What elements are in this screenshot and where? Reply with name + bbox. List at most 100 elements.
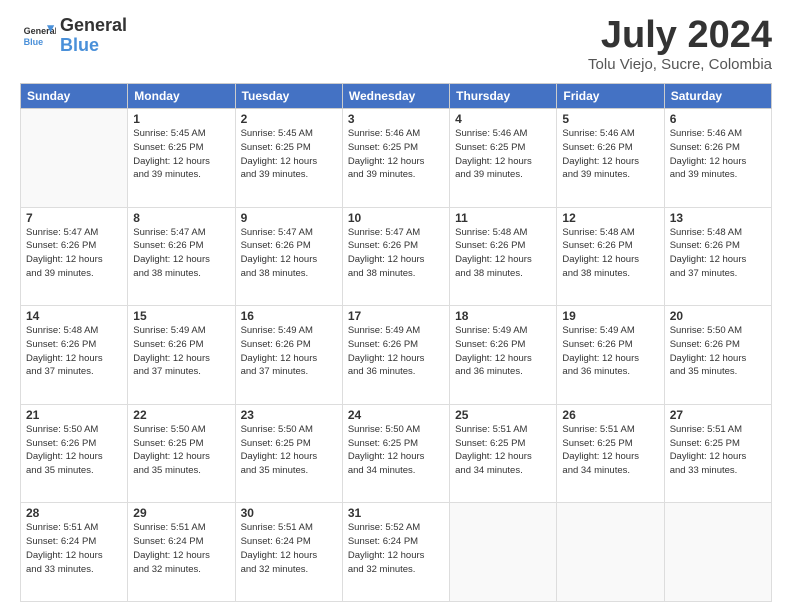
page: General Blue General Blue July 2024 Tolu…	[0, 0, 792, 612]
day-number: 3	[348, 112, 444, 126]
title-block: July 2024 Tolu Viejo, Sucre, Colombia	[588, 16, 772, 73]
day-number: 4	[455, 112, 551, 126]
day-info: Sunrise: 5:49 AMSunset: 6:26 PMDaylight:…	[241, 324, 337, 379]
calendar-week-row: 28Sunrise: 5:51 AMSunset: 6:24 PMDayligh…	[21, 503, 772, 602]
day-number: 20	[670, 309, 766, 323]
calendar-cell: 5Sunrise: 5:46 AMSunset: 6:26 PMDaylight…	[557, 109, 664, 208]
calendar-cell: 7Sunrise: 5:47 AMSunset: 6:26 PMDaylight…	[21, 207, 128, 306]
month-year: July 2024	[588, 16, 772, 54]
day-info: Sunrise: 5:48 AMSunset: 6:26 PMDaylight:…	[455, 226, 551, 281]
day-number: 8	[133, 211, 229, 225]
calendar-cell: 31Sunrise: 5:52 AMSunset: 6:24 PMDayligh…	[342, 503, 449, 602]
day-info: Sunrise: 5:47 AMSunset: 6:26 PMDaylight:…	[241, 226, 337, 281]
calendar-cell: 27Sunrise: 5:51 AMSunset: 6:25 PMDayligh…	[664, 404, 771, 503]
day-info: Sunrise: 5:51 AMSunset: 6:25 PMDaylight:…	[455, 423, 551, 478]
calendar-cell: 14Sunrise: 5:48 AMSunset: 6:26 PMDayligh…	[21, 306, 128, 405]
day-info: Sunrise: 5:48 AMSunset: 6:26 PMDaylight:…	[26, 324, 122, 379]
day-number: 5	[562, 112, 658, 126]
day-info: Sunrise: 5:48 AMSunset: 6:26 PMDaylight:…	[670, 226, 766, 281]
day-info: Sunrise: 5:47 AMSunset: 6:26 PMDaylight:…	[348, 226, 444, 281]
day-info: Sunrise: 5:48 AMSunset: 6:26 PMDaylight:…	[562, 226, 658, 281]
day-info: Sunrise: 5:47 AMSunset: 6:26 PMDaylight:…	[133, 226, 229, 281]
calendar-cell: 17Sunrise: 5:49 AMSunset: 6:26 PMDayligh…	[342, 306, 449, 405]
calendar-body: 1Sunrise: 5:45 AMSunset: 6:25 PMDaylight…	[21, 109, 772, 602]
location: Tolu Viejo, Sucre, Colombia	[588, 56, 772, 73]
calendar-cell: 13Sunrise: 5:48 AMSunset: 6:26 PMDayligh…	[664, 207, 771, 306]
calendar-cell: 23Sunrise: 5:50 AMSunset: 6:25 PMDayligh…	[235, 404, 342, 503]
calendar-week-row: 14Sunrise: 5:48 AMSunset: 6:26 PMDayligh…	[21, 306, 772, 405]
calendar-cell: 30Sunrise: 5:51 AMSunset: 6:24 PMDayligh…	[235, 503, 342, 602]
day-number: 12	[562, 211, 658, 225]
day-info: Sunrise: 5:51 AMSunset: 6:24 PMDaylight:…	[241, 521, 337, 576]
day-info: Sunrise: 5:46 AMSunset: 6:25 PMDaylight:…	[455, 127, 551, 182]
day-number: 22	[133, 408, 229, 422]
day-info: Sunrise: 5:47 AMSunset: 6:26 PMDaylight:…	[26, 226, 122, 281]
calendar-cell: 1Sunrise: 5:45 AMSunset: 6:25 PMDaylight…	[128, 109, 235, 208]
day-number: 31	[348, 506, 444, 520]
calendar-week-row: 1Sunrise: 5:45 AMSunset: 6:25 PMDaylight…	[21, 109, 772, 208]
calendar-table: SundayMondayTuesdayWednesdayThursdayFrid…	[20, 83, 772, 602]
day-info: Sunrise: 5:45 AMSunset: 6:25 PMDaylight:…	[133, 127, 229, 182]
calendar-cell: 28Sunrise: 5:51 AMSunset: 6:24 PMDayligh…	[21, 503, 128, 602]
calendar-cell: 10Sunrise: 5:47 AMSunset: 6:26 PMDayligh…	[342, 207, 449, 306]
day-info: Sunrise: 5:49 AMSunset: 6:26 PMDaylight:…	[455, 324, 551, 379]
day-number: 19	[562, 309, 658, 323]
day-info: Sunrise: 5:52 AMSunset: 6:24 PMDaylight:…	[348, 521, 444, 576]
calendar-cell: 2Sunrise: 5:45 AMSunset: 6:25 PMDaylight…	[235, 109, 342, 208]
logo-icon: General Blue	[20, 18, 56, 54]
day-number: 15	[133, 309, 229, 323]
day-number: 24	[348, 408, 444, 422]
day-number: 16	[241, 309, 337, 323]
calendar-cell: 6Sunrise: 5:46 AMSunset: 6:26 PMDaylight…	[664, 109, 771, 208]
calendar-cell: 15Sunrise: 5:49 AMSunset: 6:26 PMDayligh…	[128, 306, 235, 405]
weekday-header-wednesday: Wednesday	[342, 84, 449, 109]
day-info: Sunrise: 5:49 AMSunset: 6:26 PMDaylight:…	[562, 324, 658, 379]
day-info: Sunrise: 5:46 AMSunset: 6:25 PMDaylight:…	[348, 127, 444, 182]
weekday-header-monday: Monday	[128, 84, 235, 109]
weekday-header-sunday: Sunday	[21, 84, 128, 109]
weekday-header-saturday: Saturday	[664, 84, 771, 109]
day-info: Sunrise: 5:50 AMSunset: 6:26 PMDaylight:…	[670, 324, 766, 379]
day-info: Sunrise: 5:45 AMSunset: 6:25 PMDaylight:…	[241, 127, 337, 182]
day-number: 21	[26, 408, 122, 422]
day-number: 26	[562, 408, 658, 422]
calendar-week-row: 7Sunrise: 5:47 AMSunset: 6:26 PMDaylight…	[21, 207, 772, 306]
logo: General Blue General Blue	[20, 16, 127, 56]
day-number: 18	[455, 309, 551, 323]
calendar-cell: 20Sunrise: 5:50 AMSunset: 6:26 PMDayligh…	[664, 306, 771, 405]
calendar-cell	[557, 503, 664, 602]
day-number: 1	[133, 112, 229, 126]
day-number: 9	[241, 211, 337, 225]
weekday-header-friday: Friday	[557, 84, 664, 109]
day-number: 23	[241, 408, 337, 422]
calendar-cell: 25Sunrise: 5:51 AMSunset: 6:25 PMDayligh…	[450, 404, 557, 503]
svg-text:Blue: Blue	[24, 37, 44, 47]
calendar-cell: 22Sunrise: 5:50 AMSunset: 6:25 PMDayligh…	[128, 404, 235, 503]
day-number: 10	[348, 211, 444, 225]
day-number: 27	[670, 408, 766, 422]
day-number: 14	[26, 309, 122, 323]
calendar-cell: 19Sunrise: 5:49 AMSunset: 6:26 PMDayligh…	[557, 306, 664, 405]
logo-line2: Blue	[60, 35, 99, 55]
calendar-week-row: 21Sunrise: 5:50 AMSunset: 6:26 PMDayligh…	[21, 404, 772, 503]
day-info: Sunrise: 5:51 AMSunset: 6:24 PMDaylight:…	[133, 521, 229, 576]
logo-text: General Blue	[60, 16, 127, 56]
calendar-cell: 26Sunrise: 5:51 AMSunset: 6:25 PMDayligh…	[557, 404, 664, 503]
day-number: 29	[133, 506, 229, 520]
calendar-cell: 24Sunrise: 5:50 AMSunset: 6:25 PMDayligh…	[342, 404, 449, 503]
day-info: Sunrise: 5:50 AMSunset: 6:25 PMDaylight:…	[348, 423, 444, 478]
calendar-cell: 4Sunrise: 5:46 AMSunset: 6:25 PMDaylight…	[450, 109, 557, 208]
day-info: Sunrise: 5:51 AMSunset: 6:25 PMDaylight:…	[670, 423, 766, 478]
calendar-cell: 12Sunrise: 5:48 AMSunset: 6:26 PMDayligh…	[557, 207, 664, 306]
calendar-cell: 29Sunrise: 5:51 AMSunset: 6:24 PMDayligh…	[128, 503, 235, 602]
day-info: Sunrise: 5:50 AMSunset: 6:25 PMDaylight:…	[241, 423, 337, 478]
calendar-cell: 8Sunrise: 5:47 AMSunset: 6:26 PMDaylight…	[128, 207, 235, 306]
day-info: Sunrise: 5:50 AMSunset: 6:26 PMDaylight:…	[26, 423, 122, 478]
day-info: Sunrise: 5:51 AMSunset: 6:24 PMDaylight:…	[26, 521, 122, 576]
day-info: Sunrise: 5:46 AMSunset: 6:26 PMDaylight:…	[562, 127, 658, 182]
day-number: 6	[670, 112, 766, 126]
day-info: Sunrise: 5:49 AMSunset: 6:26 PMDaylight:…	[133, 324, 229, 379]
calendar-cell: 11Sunrise: 5:48 AMSunset: 6:26 PMDayligh…	[450, 207, 557, 306]
day-number: 25	[455, 408, 551, 422]
weekday-header-thursday: Thursday	[450, 84, 557, 109]
